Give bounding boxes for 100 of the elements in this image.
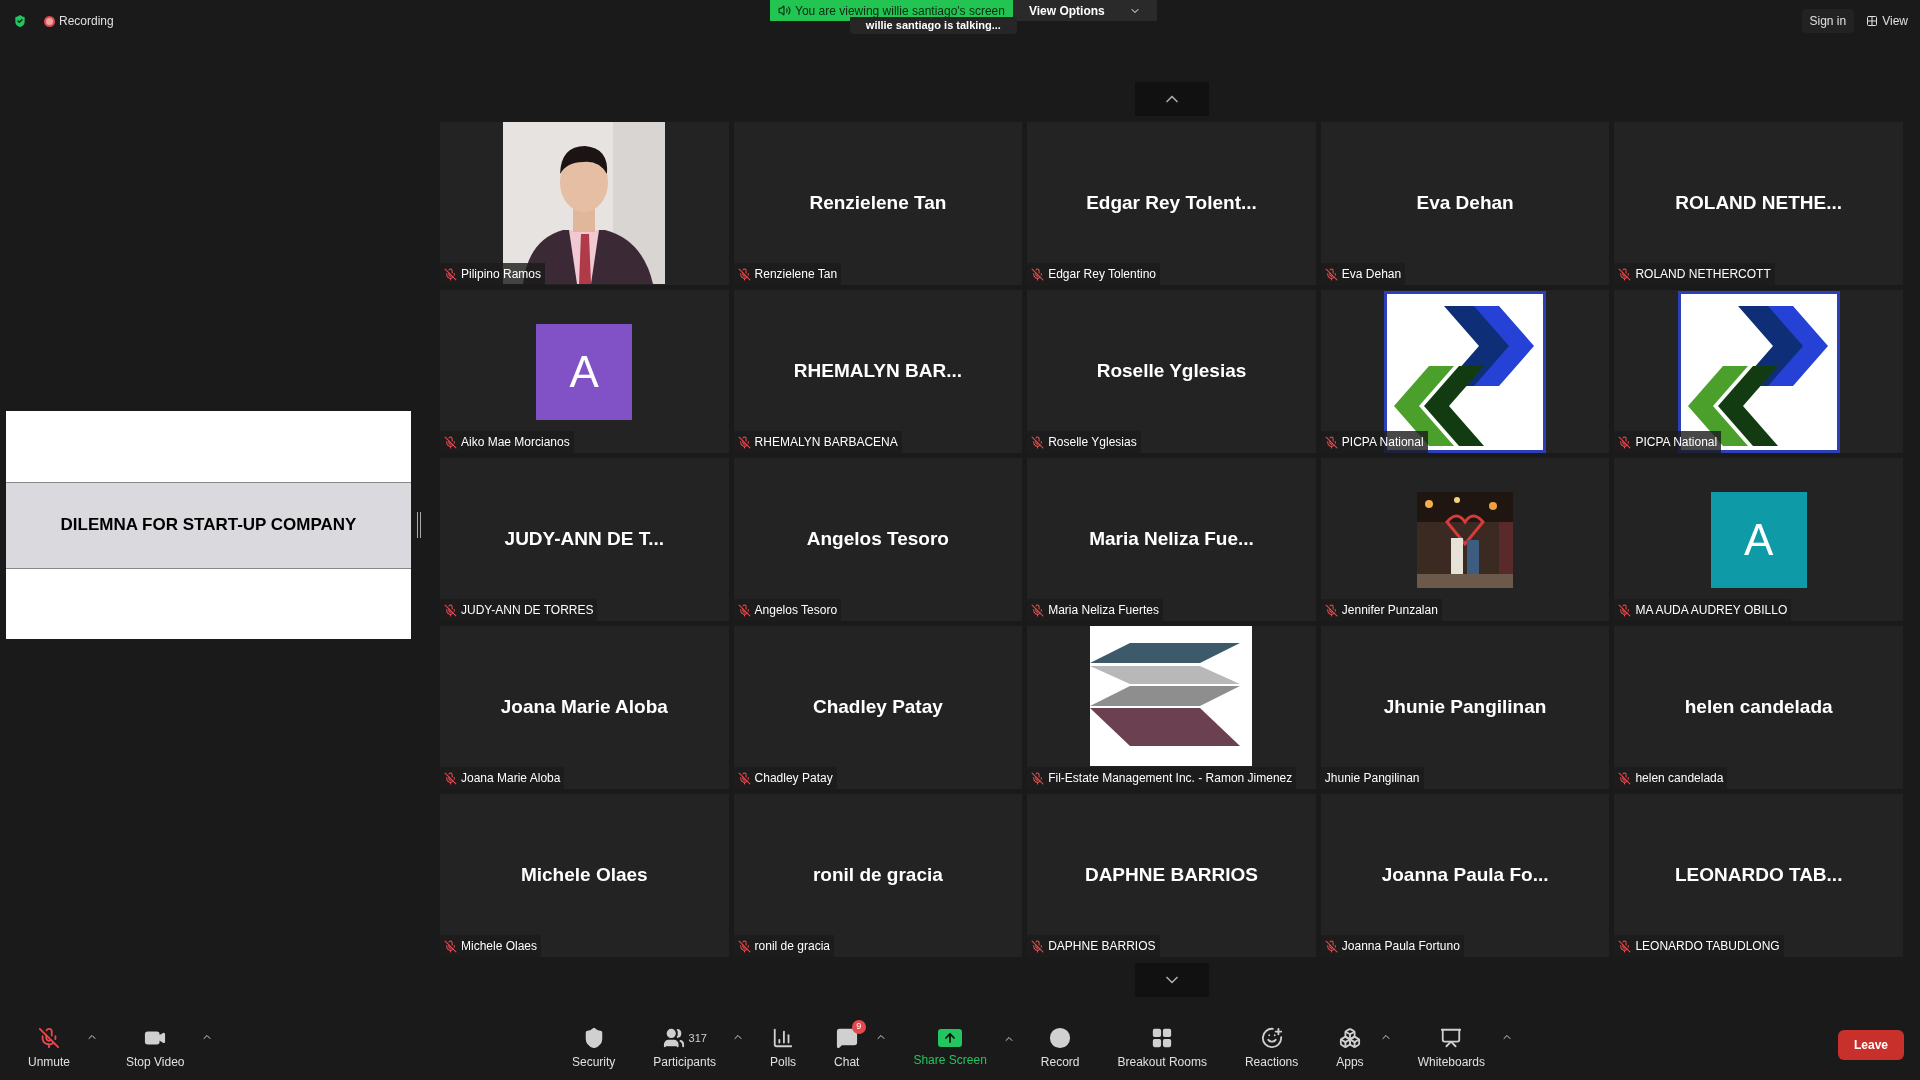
toolbar-button[interactable]: 9 Chat: [822, 1019, 872, 1071]
video-tile[interactable]: Michele Olaes Michele Olaes: [440, 794, 729, 957]
participant-name: Jhunie Pangilinan: [1383, 695, 1547, 720]
participant-label: Michele Olaes: [461, 938, 538, 955]
talking-indicator: willie santiago is talking...: [849, 17, 1017, 34]
video-tile[interactable]: Fil-Estate Management Inc. - Ramon Jimenez: [1027, 626, 1316, 789]
participant-name: Maria Neliza Fue...: [1089, 527, 1254, 552]
participant-name: Roselle Yglesias: [1096, 359, 1247, 384]
video-tile[interactable]: Pilipino Ramos: [440, 122, 729, 285]
participant-label: ROLAND NETHERCOTT: [1635, 266, 1771, 283]
video-tile[interactable]: Angelos Tesoro Angelos Tesoro: [733, 458, 1023, 621]
apps-icon: [1338, 1027, 1361, 1049]
share-screen-icon: [938, 1029, 963, 1047]
participant-label: helen candelada: [1635, 770, 1724, 787]
people-icon: [662, 1027, 685, 1049]
muted-mic-icon: [38, 1027, 60, 1049]
participant-label: Chadley Patay: [754, 770, 833, 787]
participant-name: Angelos Tesoro: [806, 527, 949, 552]
grid-icon: [1866, 15, 1879, 27]
participant-name: Joanna Paula Fo...: [1381, 863, 1549, 888]
video-tile[interactable]: Chadley Patay Chadley Patay: [733, 626, 1023, 789]
avatar: A: [1710, 491, 1807, 588]
chat-bubble-icon: [835, 1027, 858, 1049]
video-tile[interactable]: ROLAND NETHE... ROLAND NETHERCOTT: [1614, 122, 1903, 285]
toolbar-button[interactable]: Whiteboards: [1405, 1019, 1497, 1071]
participant-name: Edgar Rey Tolent...: [1086, 191, 1257, 216]
view-button[interactable]: View: [1866, 12, 1908, 30]
video-tile[interactable]: Maria Neliza Fue... Maria Neliza Fuertes: [1027, 458, 1316, 621]
participant-label: Edgar Rey Tolentino: [1048, 266, 1157, 283]
participant-name: Renzielene Tan: [809, 191, 947, 216]
view-options-button[interactable]: View Options: [1012, 0, 1157, 21]
video-tile[interactable]: ronil de gracia ronil de gracia: [733, 794, 1023, 957]
avatar: A: [536, 323, 633, 420]
sign-in-button[interactable]: Sign in: [1801, 9, 1855, 33]
video-tile[interactable]: DAPHNE BARRIOS DAPHNE BARRIOS: [1027, 794, 1316, 957]
toolbar-button[interactable]: Apps: [1324, 1019, 1376, 1071]
toolbar-button[interactable]: Breakout Rooms: [1105, 1019, 1219, 1071]
video-tile[interactable]: A Aiko Mae Morcianos: [440, 290, 729, 453]
toolbar-button[interactable]: Share Screen: [901, 1021, 999, 1069]
participant-name: JUDY-ANN DE T...: [504, 527, 664, 552]
participant-label: Joana Marie Aloba: [461, 770, 561, 787]
video-tile[interactable]: RHEMALYN BAR... RHEMALYN BARBACENA: [733, 290, 1023, 453]
participant-label: Jhunie Pangilinan: [1324, 770, 1420, 787]
video-tile[interactable]: PICPA National: [1614, 290, 1903, 453]
leave-button[interactable]: Leave: [1837, 1030, 1904, 1060]
participant-label: LEONARDO TABUDLONG: [1635, 938, 1780, 955]
participant-name: Michele Olaes: [520, 863, 648, 888]
participant-label: Jennifer Punzalan: [1341, 602, 1438, 619]
toolbar-button[interactable]: Stop Video: [114, 1019, 197, 1071]
toolbar-button[interactable]: Reactions: [1232, 1019, 1311, 1071]
video-tile[interactable]: Joana Marie Aloba Joana Marie Aloba: [440, 626, 729, 789]
participant-label: PICPA National: [1635, 434, 1718, 451]
participant-count: 317: [688, 1030, 707, 1046]
recording-label: Recording: [59, 13, 114, 30]
video-tile[interactable]: Jhunie Pangilinan Jhunie Pangilinan: [1320, 626, 1610, 789]
participant-label: Maria Neliza Fuertes: [1048, 602, 1159, 619]
participant-label: Fil-Estate Management Inc. - Ramon Jimenez: [1048, 770, 1293, 787]
video-tile[interactable]: Jennifer Punzalan: [1320, 458, 1610, 621]
video-tile[interactable]: helen candelada helen candelada: [1614, 626, 1903, 789]
participant-name: ROLAND NETHE...: [1675, 191, 1843, 216]
video-tile[interactable]: Roselle Yglesias Roselle Yglesias: [1027, 290, 1316, 453]
participant-name: Chadley Patay: [812, 695, 943, 720]
participant-name: ronil de gracia: [812, 863, 943, 888]
video-tile[interactable]: Renzielene Tan Renzielene Tan: [733, 122, 1023, 285]
resize-handle[interactable]: [417, 512, 421, 538]
toolbar-button[interactable]: Unmute: [16, 1019, 83, 1071]
record-icon: [1049, 1027, 1072, 1049]
whiteboard-icon: [1440, 1027, 1463, 1049]
participant-label: DAPHNE BARRIOS: [1048, 938, 1156, 955]
toolbar-button[interactable]: 317 Participants: [641, 1019, 729, 1071]
toolbar-button[interactable]: Security: [560, 1019, 628, 1071]
participant-name: Eva Dehan: [1416, 191, 1514, 216]
video-tile[interactable]: PICPA National: [1320, 290, 1610, 453]
participant-name: LEONARDO TAB...: [1674, 863, 1843, 888]
participant-name: helen candelada: [1684, 695, 1833, 720]
participant-label: Angelos Tesoro: [754, 602, 838, 619]
speaker-icon: [778, 4, 791, 17]
participant-label: Renzielene Tan: [754, 266, 838, 283]
slide-title: DILEMNA FOR START-UP COMPANY: [60, 514, 357, 537]
participant-name: RHEMALYN BAR...: [793, 359, 962, 384]
participant-label: JUDY-ANN DE TORRES: [461, 602, 594, 619]
video-tile[interactable]: JUDY-ANN DE T... JUDY-ANN DE TORRES: [440, 458, 729, 621]
participant-label: Pilipino Ramos: [461, 266, 542, 283]
grid-icon: [1151, 1027, 1174, 1049]
video-tile[interactable]: Eva Dehan Eva Dehan: [1320, 122, 1610, 285]
video-tile[interactable]: Joanna Paula Fo... Joanna Paula Fortuno: [1320, 794, 1610, 957]
participant-label: Joanna Paula Fortuno: [1341, 938, 1460, 955]
participant-label: MA AUDA AUDREY OBILLO: [1635, 602, 1788, 619]
unread-badge: 9: [851, 1020, 866, 1034]
video-tile[interactable]: A MA AUDA AUDREY OBILLO: [1614, 458, 1903, 621]
video-tile[interactable]: LEONARDO TAB... LEONARDO TABUDLONG: [1614, 794, 1903, 957]
participant-name: DAPHNE BARRIOS: [1084, 863, 1259, 888]
smiley-icon: [1260, 1027, 1283, 1049]
toolbar-button[interactable]: Record: [1028, 1019, 1092, 1071]
participant-label: ronil de gracia: [754, 938, 830, 955]
video-tile[interactable]: Edgar Rey Tolent... Edgar Rey Tolentino: [1027, 122, 1316, 285]
participant-label: Eva Dehan: [1341, 266, 1402, 283]
participant-label: PICPA National: [1341, 434, 1424, 451]
security-shield-icon: [12, 13, 28, 29]
toolbar-button[interactable]: Polls: [758, 1019, 809, 1071]
